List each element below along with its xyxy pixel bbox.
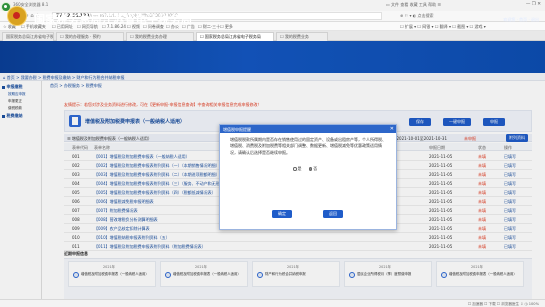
header-user-links[interactable]: 欢迎您 · 首页 · 退出: [503, 17, 539, 23]
bookmark-item[interactable]: ☐ 财二·三十: [198, 24, 220, 30]
bookmark-item[interactable]: ☐ 更多: [220, 24, 233, 30]
window-controls[interactable]: — ❐ ✕: [526, 2, 541, 7]
option-label: 否: [313, 166, 318, 171]
option-label: 是: [297, 166, 302, 171]
browser-tab[interactable]: 国家税务总局江苏省电子税务局: [2, 32, 54, 41]
dialog-title: 增值税申报提醒: [223, 126, 251, 132]
browser-tab[interactable]: ☐ 我的税费业务办理: [126, 32, 194, 41]
search-box[interactable]: ⊕ ⚐ ▾ ◐ 点击搜索: [400, 13, 434, 19]
bookmarks-extensions[interactable]: ☐ 扩展 ▾ ☐ 网银 ▾ ☐ 翻译 ▾ ☐ 截图 ▾ ☐ 游戏 ▾: [400, 24, 486, 30]
browser-titlebar: 360安全浏览器 8.1 ▭ 文件 查看 收藏 工具 帮助 ☰ — ❐ ✕: [0, 0, 545, 11]
radio-icon: [293, 167, 297, 171]
browser-tab[interactable]: ☐ 我的税费业务: [276, 32, 328, 41]
option-no-radio[interactable]: 否: [308, 166, 318, 171]
vat-reminder-dialog: 增值税申报提醒 ✕ 增值税税款所属期内是否存在销售使用过的固定资产、设备或出租房…: [219, 124, 397, 230]
site-title: 国家税务总局江苏省电子税务局: [34, 13, 193, 26]
dialog-options: 是 否: [293, 166, 317, 172]
tax-emblem-icon: [7, 6, 27, 26]
dialog-message: 增值税税款所属期内是否存在销售使用过的固定资产、设备或出租房产等，个人所得税、增…: [230, 137, 386, 155]
dialog-header: 增值税申报提醒 ✕: [220, 125, 396, 133]
back-button[interactable]: 返回: [323, 210, 343, 218]
tab-strip: 国家税务总局江苏省电子税务局 ☐ 我的办理服务 · 预约 ☐ 我的税费业务办理 …: [0, 31, 545, 41]
radio-selected-icon: [308, 167, 313, 171]
option-yes-radio[interactable]: 是: [293, 166, 302, 171]
confirm-button[interactable]: 确定: [272, 210, 292, 218]
browser-tab[interactable]: ☐ 我的办理服务 · 预约: [56, 32, 124, 41]
browser-tab-active[interactable]: ☐ 国家税务总局江苏省电子税务局: [196, 32, 274, 41]
statusbar-tools[interactable]: ☐ 加速器 ☐ 下载 ☐ 浏览器医生 ⇩ ◷ 100%: [468, 302, 539, 307]
browser-menu[interactable]: ▭ 文件 查看 收藏 工具 帮助 ☰: [386, 2, 441, 8]
close-icon[interactable]: ✕: [390, 126, 394, 132]
browser-statusbar: ☐ 加速器 ☐ 下载 ☐ 浏览器医生 ⇩ ◷ 100%: [0, 299, 545, 307]
